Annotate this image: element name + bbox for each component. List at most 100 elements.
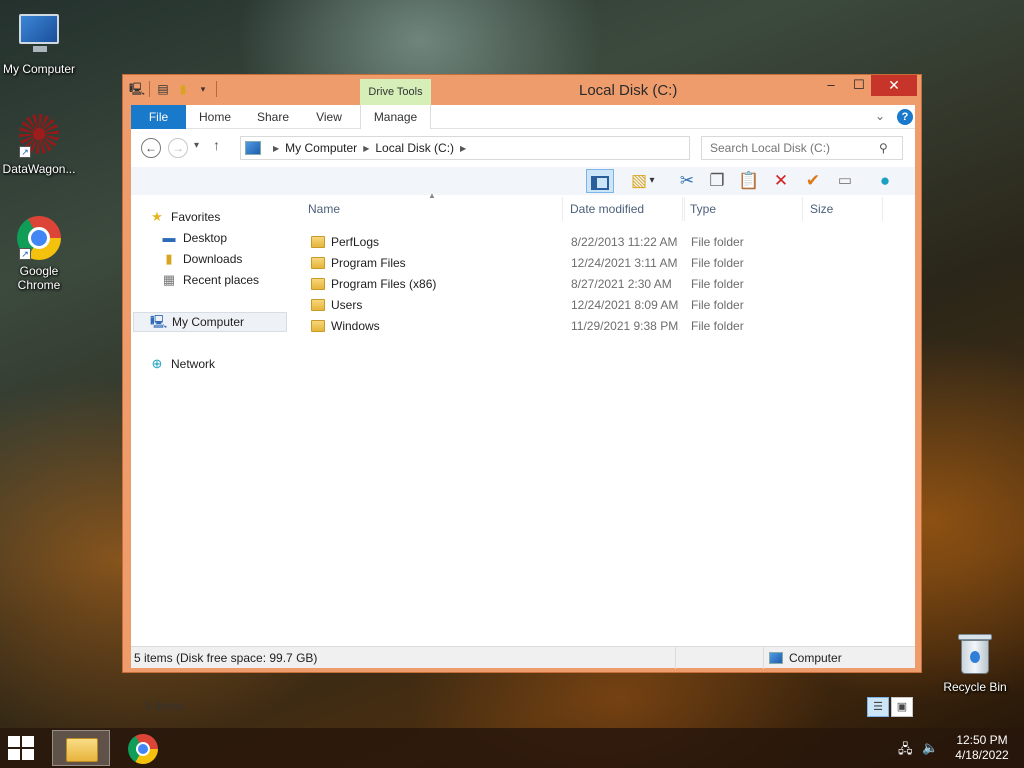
- desktop-icon: ▬: [162, 230, 176, 245]
- up-button[interactable]: ↑: [213, 137, 220, 153]
- chrome-icon: ↗: [17, 216, 61, 260]
- help-icon[interactable]: ?: [897, 109, 913, 125]
- new-folder-icon[interactable]: ▮: [176, 81, 190, 97]
- recent-places-icon: ▦: [162, 272, 176, 287]
- minimize-button[interactable]: –: [817, 75, 845, 96]
- tab-view[interactable]: View: [307, 105, 351, 129]
- nav-label: Recent places: [183, 273, 260, 287]
- chevron-right-icon[interactable]: ▶: [460, 144, 466, 153]
- column-header-name[interactable]: Name: [301, 197, 563, 221]
- network-icon: ⊕: [151, 356, 163, 371]
- nav-my-computer[interactable]: 🖳 My Computer: [133, 312, 287, 332]
- command-toolbar: ▧ ▾ ✂ ❐ 📋 ✕ ✔ ▭ ●: [131, 167, 915, 195]
- downloads-icon: ▮: [165, 251, 173, 266]
- tab-home[interactable]: Home: [193, 105, 237, 129]
- nav-favorites[interactable]: ★ Favorites: [149, 207, 220, 227]
- address-row: ← → ▾ ↑ ▶ My Computer ▶ Local Disk (C:) …: [131, 129, 915, 165]
- computer-icon: 🖳: [150, 314, 168, 329]
- column-header-type[interactable]: Type: [683, 197, 803, 221]
- desktop-icon-label: Google Chrome: [17, 264, 61, 292]
- nav-label: Favorites: [171, 210, 221, 224]
- tab-share[interactable]: Share: [251, 105, 295, 129]
- desktop-icon-label: DataWagon...: [2, 162, 76, 176]
- system-clock[interactable]: 12:50 PM 4/18/2022: [948, 733, 1016, 763]
- forward-button[interactable]: →: [168, 138, 188, 158]
- nav-network[interactable]: ⊕ Network: [149, 354, 215, 374]
- table-row[interactable]: Windows 11/29/2021 9:38 PM File folder: [301, 316, 911, 337]
- drive-tools-label: Drive Tools: [360, 79, 431, 105]
- nav-label: Desktop: [183, 231, 228, 245]
- cut-icon[interactable]: ✂: [673, 169, 701, 193]
- datawagon-icon: ↗: [17, 114, 61, 158]
- folder-icon: [311, 299, 325, 311]
- back-button[interactable]: ←: [141, 138, 161, 158]
- large-icons-view-icon[interactable]: ▣: [891, 697, 913, 717]
- taskbar-file-explorer[interactable]: [52, 730, 110, 766]
- window-title: Local Disk (C:): [579, 82, 678, 99]
- volume-muted-icon[interactable]: 🔈: [922, 740, 938, 756]
- clock-time: 12:50 PM: [956, 733, 1008, 747]
- nav-recent-places[interactable]: ▦ Recent places: [161, 270, 259, 290]
- table-row[interactable]: PerfLogs 8/22/2013 11:22 AM File folder: [301, 232, 911, 253]
- column-header-date-modified[interactable]: Date modified: [563, 197, 683, 221]
- view-switcher: ☰ ▣: [867, 697, 913, 717]
- rename-icon[interactable]: ▭: [831, 169, 859, 193]
- copy-icon[interactable]: ❐: [703, 169, 731, 193]
- computer-icon: 🖳: [129, 82, 146, 96]
- quick-access-toolbar: 🖳 ▤ ▮ ▾: [129, 81, 217, 97]
- paste-icon[interactable]: 📋: [735, 169, 763, 193]
- explorer-window: 🖳 ▤ ▮ ▾ Drive Tools Local Disk (C:) – ☐ …: [122, 74, 922, 717]
- nav-downloads[interactable]: ▮ Downloads: [161, 249, 242, 269]
- status-bar: 5 items (Disk free space: 99.7 GB) Compu…: [131, 646, 915, 669]
- shortcut-arrow-icon: ↗: [19, 146, 31, 158]
- tab-file[interactable]: File: [131, 105, 186, 129]
- monitor-icon: [17, 14, 61, 58]
- chevron-right-icon[interactable]: ▶: [273, 144, 279, 153]
- folder-icon: [311, 257, 325, 269]
- checkmark-icon[interactable]: ✔: [799, 169, 827, 193]
- chevron-right-icon[interactable]: ▶: [363, 144, 369, 153]
- search-input[interactable]: [701, 136, 903, 160]
- breadcrumb-local-disk[interactable]: Local Disk (C:): [375, 141, 454, 155]
- clock-date: 4/18/2022: [955, 748, 1009, 762]
- address-bar[interactable]: ▶ My Computer ▶ Local Disk (C:) ▶ ⌄ ↻: [240, 136, 792, 160]
- nav-label: Network: [171, 357, 216, 371]
- properties-icon[interactable]: ▤: [156, 81, 170, 97]
- folder-options-dropdown-icon[interactable]: ▾: [645, 169, 659, 193]
- maximize-button[interactable]: ☐: [845, 75, 873, 96]
- table-row[interactable]: Program Files (x86) 8/27/2021 2:30 AM Fi…: [301, 274, 911, 295]
- item-count: 5 items: [145, 699, 184, 713]
- desktop-icon-my-computer[interactable]: My Computer: [0, 10, 78, 76]
- tab-manage[interactable]: Manage: [360, 105, 431, 129]
- table-row[interactable]: Users 12/24/2021 8:09 AM File folder: [301, 295, 911, 316]
- status-location: Computer: [769, 651, 842, 665]
- folder-icon: [311, 320, 325, 332]
- title-bar[interactable]: 🖳 ▤ ▮ ▾ Drive Tools Local Disk (C:) – ☐ …: [123, 75, 921, 105]
- network-icon[interactable]: 🖧: [898, 740, 913, 762]
- recent-locations-icon[interactable]: ▾: [194, 140, 199, 151]
- desktop-icon-google-chrome[interactable]: ↗ Google Chrome: [0, 216, 78, 292]
- file-list: ▲ Name Date modified Type Size PerfLogs …: [301, 191, 911, 628]
- search-icon[interactable]: ⚲: [879, 141, 888, 155]
- folder-icon: [66, 738, 98, 762]
- close-button[interactable]: ✕: [871, 75, 917, 96]
- globe-icon[interactable]: ●: [871, 169, 899, 193]
- nav-desktop[interactable]: ▬ Desktop: [161, 228, 228, 248]
- shortcut-arrow-icon: ↗: [19, 248, 31, 260]
- delete-icon[interactable]: ✕: [767, 169, 795, 193]
- expand-ribbon-icon[interactable]: ⌄: [875, 109, 885, 123]
- nav-label: Downloads: [183, 252, 243, 266]
- customize-dropdown-icon[interactable]: ▾: [196, 81, 210, 97]
- taskbar-google-chrome[interactable]: [114, 730, 172, 766]
- desktop-icon-recycle-bin[interactable]: Recycle Bin: [936, 632, 1014, 694]
- computer-icon: [245, 141, 261, 155]
- folder-icon: [311, 278, 325, 290]
- details-view-icon[interactable]: ☰: [867, 697, 889, 717]
- preview-pane-icon[interactable]: [586, 169, 614, 193]
- column-header-size[interactable]: Size: [803, 197, 883, 221]
- table-row[interactable]: Program Files 12/24/2021 3:11 AM File fo…: [301, 253, 911, 274]
- desktop-icon-datawagon[interactable]: ↗ DataWagon...: [0, 114, 78, 176]
- chrome-icon: [128, 734, 158, 764]
- windows-start-icon[interactable]: [8, 736, 36, 760]
- breadcrumb-my-computer[interactable]: My Computer: [285, 141, 357, 155]
